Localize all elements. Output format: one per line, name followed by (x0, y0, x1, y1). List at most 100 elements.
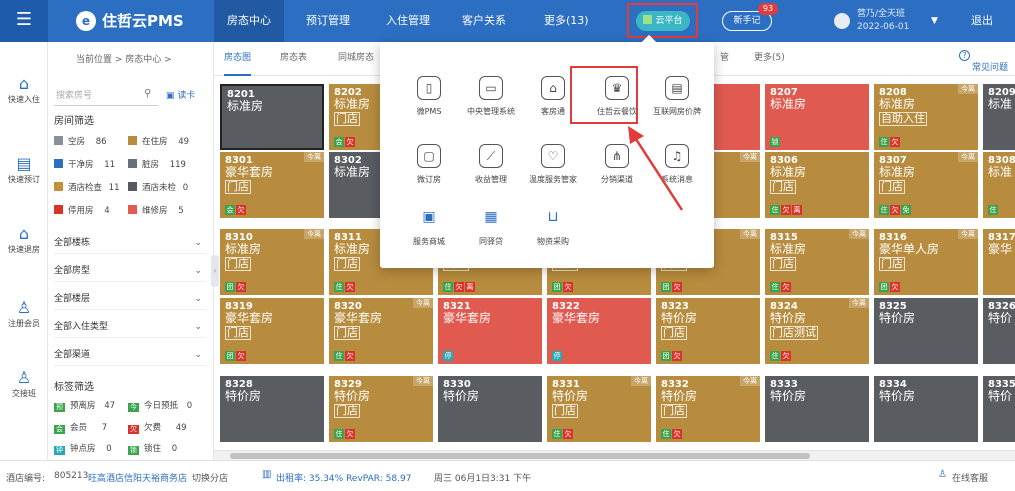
logo-icon: e (76, 11, 96, 31)
app-phone[interactable]: ▯ 微PMS (398, 76, 460, 117)
room-tile[interactable]: 8321 豪华套房停 (438, 298, 542, 364)
room-tile[interactable]: 8201 标准房 (220, 84, 324, 150)
support-icon: ♙ (938, 469, 947, 480)
room-tile[interactable]: 8306 标准房 门店住欠离 (765, 152, 869, 218)
room-type: 特价房 (770, 311, 807, 325)
room-tile[interactable]: 8331 特价房 门店 今离住欠 (547, 376, 651, 442)
cube-icon (643, 15, 653, 24)
room-tile[interactable]: 8209 标准 (983, 84, 1015, 150)
room-tile[interactable]: 8316 豪华单人房 门店 今离团欠 (874, 229, 978, 295)
avatar[interactable] (834, 13, 850, 29)
chevron-down-icon[interactable]: ▼ (931, 0, 938, 42)
status-swatch (128, 136, 137, 145)
app-loan[interactable]: ▦ 同驿贷 (460, 206, 522, 247)
search-icon[interactable]: ⚲ (144, 88, 151, 99)
checkin-type-select[interactable]: 全部入住类型 ⌄ (54, 316, 206, 338)
tab-city-room-status[interactable]: 同城房态 (338, 42, 374, 76)
tag-filter-locked[interactable]: 锁锁住 0 (128, 442, 177, 456)
room-source-tag: 门店 (879, 180, 905, 194)
tag-filter-pre-departure[interactable]: 预预离房 47 (54, 399, 115, 413)
cloud-platform-button[interactable]: 云平台 (636, 11, 690, 31)
tag-filter-member[interactable]: 会会员 7 (54, 421, 107, 435)
app-tablet[interactable]: ▢ 微订房 (398, 144, 460, 185)
sidebar-item-quick-booking[interactable]: ▤ 快速预订 (0, 154, 48, 185)
status-filter-repair[interactable]: 维修房 5 (128, 204, 184, 218)
sidebar-item-quick-checkout[interactable]: ⌂ 快速退房 (0, 224, 48, 255)
room-tile[interactable]: 8324 特价房 门店测试 今离住欠 (765, 298, 869, 364)
room-tile[interactable]: 8332 特价房 门店 今离住欠 (656, 376, 760, 442)
nav-reservation[interactable]: 预订管理 (300, 0, 356, 42)
room-tile[interactable]: 8328 特价房 (220, 376, 324, 442)
tag-filter-hourly[interactable]: 钟钟点房 0 (54, 442, 112, 456)
room-tile[interactable]: 8320 豪华套房 门店 今离住欠 (329, 298, 433, 364)
status-filter-occupied[interactable]: 在住房 49 (128, 135, 189, 149)
room-source-tag: 门店 (334, 257, 360, 271)
nav-checkin[interactable]: 入住管理 (380, 0, 436, 42)
tab-room-table[interactable]: 房态表 (280, 42, 307, 76)
status-filter-empty[interactable]: 空房 86 (54, 135, 107, 149)
tag-filter-arrears[interactable]: 欠欠费 49 (128, 421, 187, 435)
status-filter-uninspected[interactable]: 酒店未检 0 (128, 181, 188, 195)
room-tile[interactable]: 8208 标准房 自助入住 今离住欠 (874, 84, 978, 150)
sidebar-item-quick-checkin[interactable]: ⌂ 快速入住 (0, 74, 48, 105)
room-tile[interactable]: 8329 特价房 门店 今离住欠 (329, 376, 433, 442)
room-tile[interactable]: 8322 豪华套房停 (547, 298, 651, 364)
room-tile[interactable]: 8207 标准房锁 (765, 84, 869, 150)
channel-select[interactable]: 全部渠道 ⌄ (54, 344, 206, 366)
room-tile[interactable]: 8325 特价房 (874, 298, 978, 364)
room-tile[interactable]: 8335 特价 (983, 376, 1015, 442)
room-badge: 欠 (345, 137, 355, 147)
room-type-select[interactable]: 全部房型 ⌄ (54, 260, 206, 282)
nav-more[interactable]: 更多(13) (538, 0, 595, 42)
room-tile[interactable]: 8319 豪华套房 门店团欠 (220, 298, 324, 364)
room-tile[interactable]: 8301 豪华套房 门店 今离会欠 (220, 152, 324, 218)
room-tile[interactable]: 8308 标准住 (983, 152, 1015, 218)
room-source-tag: 门店 (225, 257, 251, 271)
app-monitor[interactable]: ▭ 中央管理系统 (460, 76, 522, 117)
app-cart[interactable]: ⊔ 物资采购 (522, 206, 584, 247)
tab-more[interactable]: 更多(5) (754, 42, 785, 76)
room-tile[interactable]: 8310 标准房 门店 今离团欠 (220, 229, 324, 295)
floor-select[interactable]: 全部楼层 ⌄ (54, 288, 206, 310)
room-tile[interactable]: 8326 特价 (983, 298, 1015, 364)
help-icon[interactable]: ? (959, 50, 970, 61)
app-logo: 住哲云PMS (102, 12, 184, 30)
nav-room-status[interactable]: 房态中心 (214, 0, 284, 42)
room-type: 标准房 (227, 99, 264, 113)
room-tile[interactable]: 8323 特价房 门店团欠 (656, 298, 760, 364)
status-filter-dirty[interactable]: 脏房 119 (128, 158, 186, 172)
status-filter-inspected[interactable]: 酒店检查 11 (54, 181, 120, 195)
app-chart[interactable]: ⟋ 收益管理 (460, 144, 522, 185)
scrollbar-thumb[interactable] (230, 453, 810, 459)
tab-room-map[interactable]: 房态图 (224, 42, 252, 76)
room-badge: 免 (901, 205, 911, 215)
room-tile[interactable]: 8307 标准房 门店 今离住欠免 (874, 152, 978, 218)
faq-link[interactable]: 常见问题 (972, 60, 1008, 73)
read-card-button[interactable]: ▣ 读卡 (166, 88, 195, 101)
menu-icon[interactable]: ☰ (0, 0, 48, 42)
collapse-panel-handle[interactable]: ‹ (211, 255, 219, 287)
app-shop[interactable]: ▣ 服务商城 (398, 206, 460, 247)
nav-crm[interactable]: 客户关系 (456, 0, 512, 42)
sidebar-item-shift-handover[interactable]: ♙ 交接班 (0, 368, 48, 399)
logout-button[interactable]: 退出 (971, 0, 993, 42)
switch-branch-link[interactable]: 切换分店 (192, 471, 228, 484)
building-select[interactable]: 全部楼栋 ⌄ (54, 232, 206, 254)
tab-manage[interactable]: 管 (720, 42, 729, 76)
app-heart[interactable]: ♡ 温度服务管家 (522, 144, 584, 185)
room-search-input[interactable]: 搜索房号 (54, 86, 158, 106)
room-tile[interactable]: 8330 特价房 (438, 376, 542, 442)
tag-filter-today-arrival[interactable]: 今今日预抵 0 (128, 399, 192, 413)
room-tile[interactable]: 8334 特价房 (874, 376, 978, 442)
room-tile[interactable]: 8333 特价房 (765, 376, 869, 442)
room-tile[interactable]: 8315 标准房 门店 今离住欠 (765, 229, 869, 295)
horizontal-scrollbar[interactable] (214, 450, 1015, 460)
app-price-tag[interactable]: ▤ 互联网房价牌 (646, 76, 708, 117)
online-support-link[interactable]: 在线客服 (952, 471, 988, 484)
status-filter-disabled[interactable]: 停用房 4 (54, 204, 110, 218)
phone-icon: ▯ (417, 76, 441, 100)
room-tile[interactable]: 8317 豪华 (983, 229, 1015, 295)
sidebar-item-register-member[interactable]: ♙ 注册会员 (0, 298, 48, 329)
room-badges: 住欠免 (879, 205, 912, 215)
status-filter-clean[interactable]: 干净房 11 (54, 158, 115, 172)
